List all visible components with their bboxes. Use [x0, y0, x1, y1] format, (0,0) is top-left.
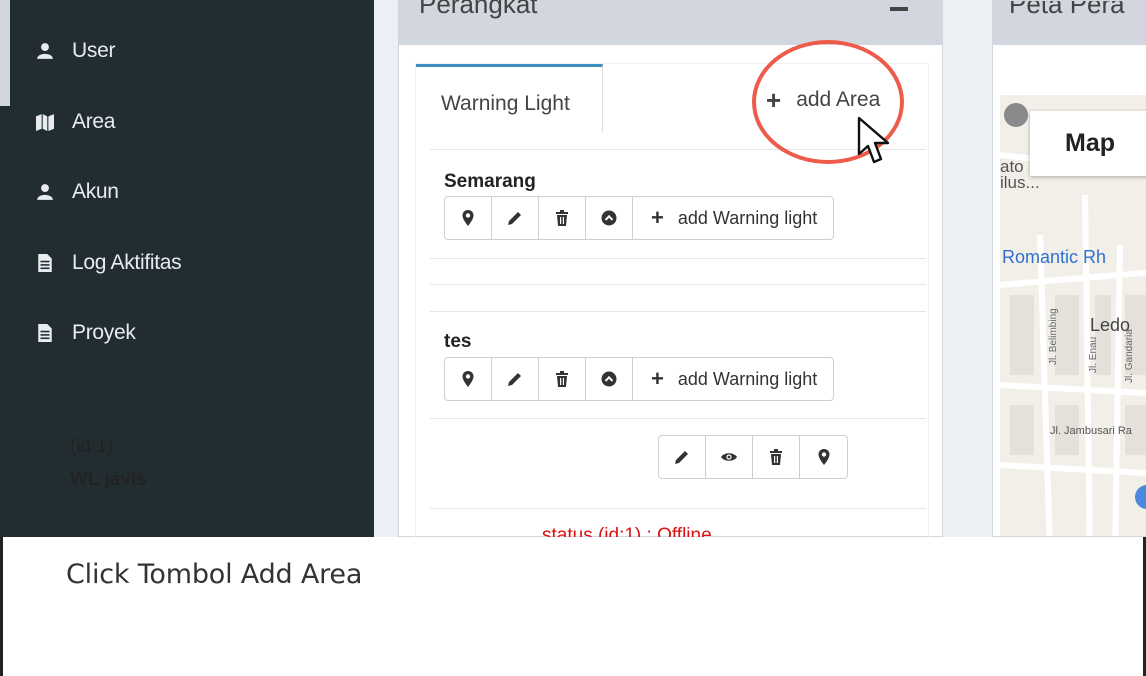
warning-light-name: WL javls	[70, 469, 147, 490]
map-panel-header: Peta Pera	[993, 1, 1146, 45]
map-label: Jl. Gandaria	[1124, 329, 1135, 383]
map-type-button[interactable]: Map	[1030, 111, 1146, 176]
file-icon	[38, 254, 52, 272]
edit-button[interactable]	[659, 436, 706, 478]
sidebar-item-user[interactable]: User	[36, 36, 115, 66]
device-panel-title: Perangkat	[419, 0, 538, 19]
map-marker-icon	[462, 371, 474, 387]
collapse-button[interactable]	[586, 197, 633, 239]
map-label: Romantic Rh	[1002, 247, 1107, 267]
collapse-button[interactable]	[586, 358, 633, 400]
add-warning-light-label: add Warning light	[677, 368, 818, 389]
caption-panel: Click Tombol Add Area	[0, 537, 1146, 676]
add-warning-light-button[interactable]: + add Warning light	[633, 197, 833, 239]
pencil-icon	[508, 212, 521, 225]
sidebar-item-area[interactable]: Area	[36, 107, 115, 137]
mouse-cursor-icon	[857, 116, 890, 164]
chevron-up-circle-icon	[601, 371, 617, 387]
edit-button[interactable]	[492, 358, 539, 400]
sidebar-item-label: Proyek	[72, 321, 136, 344]
plus-icon: +	[651, 205, 664, 230]
tab-warning-light[interactable]: Warning Light	[416, 64, 603, 133]
divider	[430, 508, 926, 509]
sidebar: User Area Akun Log Aktifitas Proyek	[0, 0, 374, 537]
view-button[interactable]	[706, 436, 753, 478]
area-name: Semarang	[444, 171, 536, 192]
sidebar-item-label: Akun	[72, 180, 119, 203]
screenshot-area: User Area Akun Log Aktifitas Proyek Pera…	[0, 0, 1146, 537]
location-button[interactable]	[445, 358, 492, 400]
divider	[430, 311, 926, 312]
sidebar-item-label: User	[72, 39, 116, 62]
eye-icon	[721, 453, 737, 461]
trash-icon	[770, 449, 782, 465]
device-panel-header: Perangkat	[399, 0, 942, 45]
delete-button[interactable]	[539, 197, 586, 239]
pencil-icon	[675, 451, 688, 464]
map-panel-title: Peta Pera	[1009, 0, 1125, 19]
map-label: ilus...	[1000, 173, 1040, 192]
user-icon	[37, 43, 53, 59]
area-actions: + add Warning light	[444, 357, 835, 401]
location-button[interactable]	[800, 436, 847, 478]
divider	[430, 418, 926, 419]
plus-icon: +	[651, 366, 664, 391]
sidebar-item-label: Area	[72, 110, 116, 133]
caption-border-left	[0, 537, 3, 676]
tab-label: Warning Light	[441, 92, 570, 115]
sidebar-highlight	[0, 0, 10, 106]
warning-light-status: status (id:1) : Offline	[542, 525, 712, 537]
map-icon	[36, 114, 54, 131]
map-label: Jl. Jambusari Ra	[1050, 425, 1132, 437]
divider	[430, 258, 926, 259]
edit-button[interactable]	[492, 197, 539, 239]
add-warning-light-label: add Warning light	[677, 207, 818, 228]
divider	[430, 284, 926, 285]
warning-light-actions	[658, 435, 848, 479]
collapse-icon[interactable]	[890, 7, 908, 11]
delete-button[interactable]	[753, 436, 800, 478]
warning-light-id: (id:1)	[70, 436, 114, 457]
file-icon	[38, 324, 52, 342]
trash-icon	[556, 210, 568, 226]
map-label: Jl. Belimbing	[1048, 308, 1059, 365]
trash-icon	[556, 371, 568, 387]
chevron-up-circle-icon	[601, 210, 617, 226]
area-name: tes	[444, 331, 472, 352]
delete-button[interactable]	[539, 358, 586, 400]
sidebar-item-proyek[interactable]: Proyek	[36, 318, 136, 348]
map-label: Jl. Enau	[1088, 336, 1099, 373]
add-warning-light-button[interactable]: + add Warning light	[633, 358, 833, 400]
sidebar-item-label: Log Aktifitas	[72, 251, 182, 274]
map-marker-icon	[818, 449, 829, 465]
location-button[interactable]	[445, 197, 492, 239]
map-marker-icon	[462, 210, 474, 226]
user-icon	[37, 184, 53, 200]
map-panel: Peta Pera ato ilus... Romantic Rh Ledo J…	[992, 0, 1146, 537]
caption-text: Click Tombol Add Area	[66, 559, 363, 590]
pencil-icon	[508, 373, 521, 386]
sidebar-item-akun[interactable]: Akun	[36, 177, 119, 207]
sidebar-item-log-aktifitas[interactable]: Log Aktifitas	[36, 248, 182, 278]
area-actions: + add Warning light	[444, 196, 835, 240]
